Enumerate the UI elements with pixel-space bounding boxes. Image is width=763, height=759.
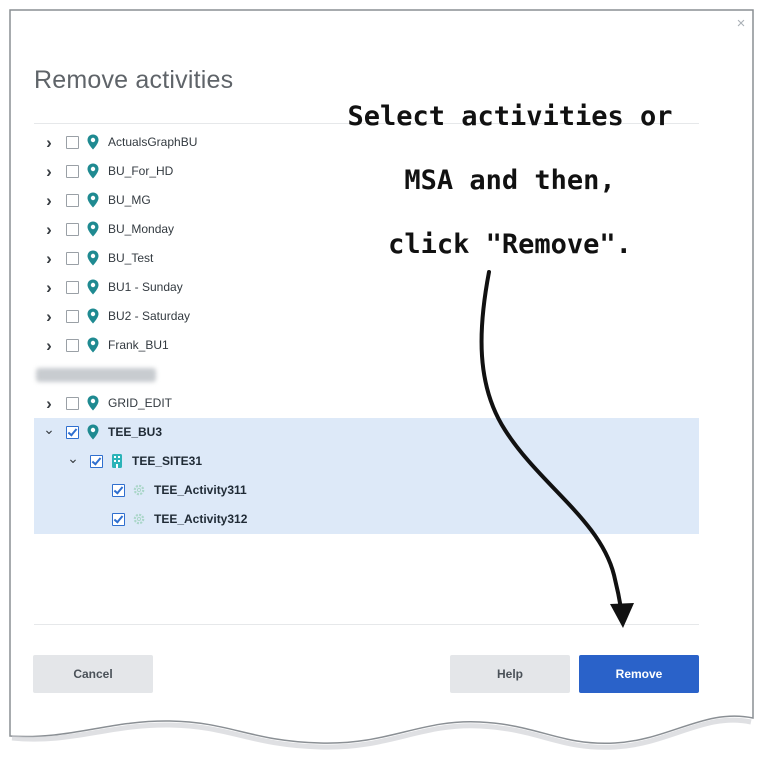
row-checkbox[interactable]: [112, 513, 125, 526]
activity-gear-icon: [132, 482, 146, 498]
location-pin-icon: [86, 250, 100, 266]
tree-item-label: BU_Monday: [108, 222, 175, 236]
footer-divider: [34, 624, 699, 625]
row-checkbox[interactable]: [66, 397, 79, 410]
location-pin-icon: [86, 221, 100, 237]
instruction-annotation: Select activities or MSA and then, click…: [330, 85, 690, 277]
row-checkbox[interactable]: [66, 165, 79, 178]
row-checkbox[interactable]: [66, 252, 79, 265]
close-icon[interactable]: ×: [732, 14, 750, 34]
tree-row[interactable]: ⌄ TEE_SITE31: [34, 447, 699, 476]
chevron-right-icon[interactable]: ›: [42, 273, 56, 302]
chevron-right-icon[interactable]: ›: [42, 331, 56, 360]
location-pin-icon: [86, 308, 100, 324]
row-checkbox[interactable]: [66, 426, 79, 439]
chevron-right-icon[interactable]: ›: [42, 157, 56, 186]
tree-item-label: BU_MG: [108, 193, 151, 207]
location-pin-icon: [86, 192, 100, 208]
annotation-line-3: click "Remove".: [388, 229, 632, 260]
cancel-button[interactable]: Cancel: [33, 655, 153, 693]
chevron-right-icon[interactable]: ›: [42, 186, 56, 215]
row-checkbox[interactable]: [66, 310, 79, 323]
site-building-icon: [110, 453, 124, 469]
location-pin-icon: [86, 424, 100, 440]
row-checkbox[interactable]: [112, 484, 125, 497]
chevron-right-icon[interactable]: ›: [42, 244, 56, 273]
tree-row[interactable]: › Frank_BU1: [34, 331, 699, 360]
tree-row[interactable]: › GRID_EDIT: [34, 389, 699, 418]
tree-item-label: BU1 - Sunday: [108, 280, 183, 294]
dialog-title: Remove activities: [34, 66, 234, 94]
chevron-right-icon[interactable]: ›: [42, 215, 56, 244]
tree-row[interactable]: TEE_Activity311: [34, 476, 699, 505]
chevron-right-icon[interactable]: ›: [42, 389, 56, 418]
row-checkbox[interactable]: [66, 136, 79, 149]
tree-row[interactable]: › BU2 - Saturday: [34, 302, 699, 331]
tree-item-label: TEE_SITE31: [132, 454, 203, 468]
tree-row[interactable]: › BU1 - Sunday: [34, 273, 699, 302]
help-button[interactable]: Help: [450, 655, 570, 693]
tree-item-label: GRID_EDIT: [108, 396, 173, 410]
location-pin-icon: [86, 163, 100, 179]
location-pin-icon: [86, 337, 100, 353]
remove-button[interactable]: Remove: [579, 655, 699, 693]
annotation-line-2: MSA and then,: [404, 165, 616, 196]
chevron-right-icon[interactable]: ›: [42, 302, 56, 331]
row-checkbox[interactable]: [66, 339, 79, 352]
chevron-down-icon[interactable]: ⌄: [42, 418, 56, 447]
tree-item-label: BU_For_HD: [108, 164, 174, 178]
tree-item-label: TEE_BU3: [108, 425, 163, 439]
redacted-row-content: [36, 368, 156, 382]
activity-gear-icon: [132, 511, 146, 527]
tree-item-label: ActualsGraphBU: [108, 135, 198, 149]
row-checkbox[interactable]: [66, 281, 79, 294]
tree-item-label: BU_Test: [108, 251, 154, 265]
tree-item-label: TEE_Activity311: [154, 483, 247, 497]
row-checkbox[interactable]: [66, 223, 79, 236]
tree-item-label: BU2 - Saturday: [108, 309, 191, 323]
chevron-down-icon[interactable]: ⌄: [66, 447, 80, 476]
tree-row[interactable]: ⌄ TEE_BU3: [34, 418, 699, 447]
tree-row[interactable]: TEE_Activity312: [34, 505, 699, 534]
chevron-right-icon[interactable]: ›: [42, 128, 56, 157]
location-pin-icon: [86, 134, 100, 150]
tree-row[interactable]: [34, 360, 699, 389]
row-checkbox[interactable]: [66, 194, 79, 207]
tree-item-label: TEE_Activity312: [154, 512, 248, 526]
annotation-line-1: Select activities or: [347, 101, 673, 132]
location-pin-icon: [86, 279, 100, 295]
location-pin-icon: [86, 395, 100, 411]
row-checkbox[interactable]: [90, 455, 103, 468]
tree-item-label: Frank_BU1: [108, 338, 169, 352]
